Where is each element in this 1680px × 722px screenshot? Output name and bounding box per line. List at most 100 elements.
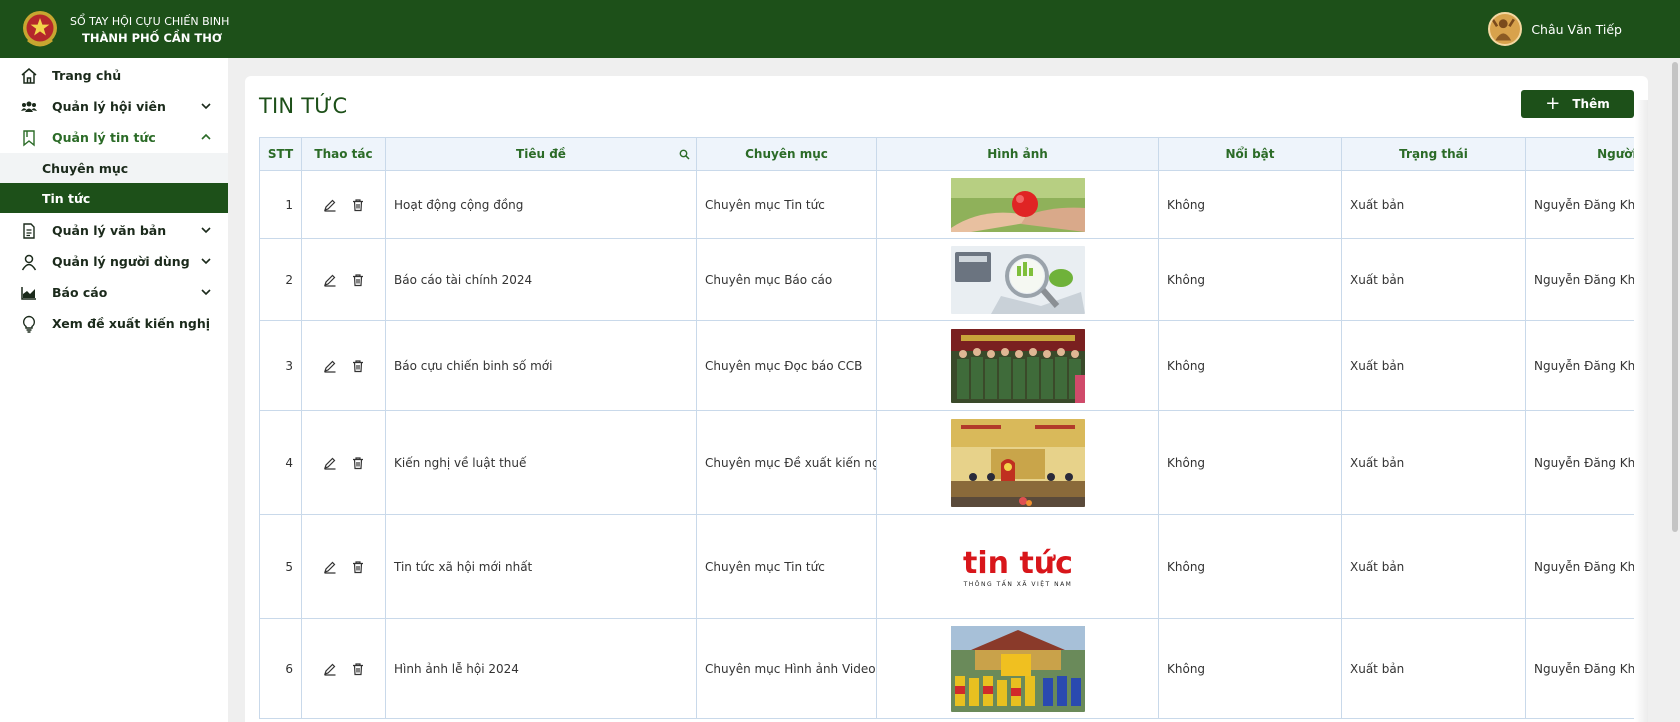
chevron-down-icon[interactable]	[200, 286, 212, 298]
row-actions	[301, 170, 386, 239]
row-image	[876, 320, 1159, 411]
news-table: STT Thao tác Tiêu đề Chuyên mục Hình ảnh…	[259, 137, 1634, 719]
search-icon[interactable]	[679, 149, 690, 160]
edit-icon[interactable]	[323, 273, 337, 287]
row-actions	[301, 238, 386, 321]
row-stt: 1	[259, 170, 302, 239]
delete-icon[interactable]	[351, 560, 365, 574]
chevron-down-icon[interactable]	[200, 224, 212, 236]
sidebar-item-reports[interactable]: Báo cáo	[0, 277, 228, 308]
edit-icon[interactable]	[323, 359, 337, 373]
row-stt: 5	[259, 514, 302, 619]
logo-text: tin tức	[963, 546, 1073, 581]
row-actions	[301, 514, 386, 619]
delete-icon[interactable]	[351, 662, 365, 676]
user-menu[interactable]: Châu Văn Tiếp	[1488, 11, 1622, 47]
avatar-person-icon	[1491, 18, 1516, 41]
home-icon	[20, 67, 38, 85]
row-status: Xuất bản	[1341, 618, 1526, 719]
table-row: 3 Báo cựu chiến binh số mới Chuyên mục Đ…	[259, 320, 1634, 411]
sidebar-subitem-label: Chuyên mục	[42, 160, 129, 176]
brand-line2: THÀNH PHỐ CẦN THƠ	[82, 31, 222, 45]
row-status: Xuất bản	[1341, 514, 1526, 619]
tin-tuc-logo-image: tin tức THÔNG TẤN XÃ VIỆT NAM	[950, 538, 1085, 595]
edit-icon[interactable]	[323, 198, 337, 212]
brand-line1: SỔ TAY HỘI CỰU CHIẾN BINH	[70, 15, 230, 28]
row-stt: 3	[259, 320, 302, 411]
table-row: 5 Tin tức xã hội mới nhất Chuyên mục Tin…	[259, 514, 1634, 619]
column-header-author: Người tạo	[1525, 137, 1634, 171]
sidebar-subitem-categories[interactable]: Chuyên mục	[0, 153, 228, 183]
row-featured: Không	[1158, 410, 1342, 515]
app-header: SỔ TAY HỘI CỰU CHIẾN BINH THÀNH PHỐ CẦN …	[0, 0, 1680, 58]
user-name[interactable]: Châu Văn Tiếp	[1531, 22, 1622, 37]
sidebar-item-label: Quản lý tin tức	[52, 130, 156, 145]
table-header-row: STT Thao tác Tiêu đề Chuyên mục Hình ảnh…	[259, 137, 1634, 171]
sidebar-item-proposals[interactable]: Xem đề xuất kiến nghị	[0, 308, 228, 339]
chevron-down-icon[interactable]	[200, 100, 212, 112]
delete-icon[interactable]	[351, 456, 365, 470]
table-row: 6 Hình ảnh lễ hội 2024 Chuyên mục Hình ả…	[259, 618, 1634, 719]
sidebar-item-members[interactable]: Quản lý hội viên	[0, 91, 228, 122]
assembly-hall-image	[950, 418, 1085, 507]
sidebar-item-documents[interactable]: Quản lý văn bản	[0, 215, 228, 246]
page-scrollbar[interactable]	[1672, 62, 1678, 532]
add-news-button[interactable]: + Thêm	[1521, 90, 1634, 118]
document-icon	[20, 222, 38, 240]
veterans-group-image	[950, 328, 1085, 403]
bookmark-icon	[20, 129, 38, 147]
sidebar-item-news[interactable]: Quản lý tin tức	[0, 122, 228, 153]
row-title[interactable]: Tin tức xã hội mới nhất	[385, 514, 697, 619]
sidebar-item-home[interactable]: Trang chủ	[0, 60, 228, 91]
sidebar-item-label: Quản lý văn bản	[52, 223, 167, 238]
row-stt: 6	[259, 618, 302, 719]
row-image	[876, 238, 1159, 321]
row-title[interactable]: Hoạt động cộng đồng	[385, 170, 697, 239]
brand-text: SỔ TAY HỘI CỰU CHIẾN BINH THÀNH PHỐ CẦN …	[70, 13, 229, 47]
sidebar-item-label: Trang chủ	[52, 68, 122, 83]
column-header-featured: Nổi bật	[1158, 137, 1342, 171]
add-button-label: Thêm	[1572, 97, 1610, 111]
chart-icon	[20, 284, 38, 302]
veterans-emblem-logo[interactable]	[22, 9, 58, 49]
chevron-down-icon[interactable]	[200, 255, 212, 267]
row-actions	[301, 618, 386, 719]
edit-icon[interactable]	[323, 456, 337, 470]
sidebar-item-users[interactable]: Quản lý người dùng	[0, 246, 228, 277]
chevron-up-icon[interactable]	[200, 131, 212, 143]
column-header-stt: STT	[259, 137, 302, 171]
news-table-container[interactable]: STT Thao tác Tiêu đề Chuyên mục Hình ảnh…	[259, 137, 1634, 722]
users-icon	[20, 98, 38, 116]
row-featured: Không	[1158, 618, 1342, 719]
delete-icon[interactable]	[351, 359, 365, 373]
row-status: Xuất bản	[1341, 170, 1526, 239]
row-category: Chuyên mục Đọc báo CCB	[696, 320, 877, 411]
column-header-actions: Thao tác	[301, 137, 386, 171]
plus-icon: +	[1545, 93, 1561, 114]
sidebar-item-label: Quản lý người dùng	[52, 254, 190, 269]
row-featured: Không	[1158, 514, 1342, 619]
row-title[interactable]: Kiến nghị về luật thuế	[385, 410, 697, 515]
delete-icon[interactable]	[351, 198, 365, 212]
table-row: 1 Hoạt động cộng đồng Chuyên mục Tin tức	[259, 170, 1634, 239]
row-featured: Không	[1158, 320, 1342, 411]
sidebar-subitem-news[interactable]: Tin tức	[0, 183, 228, 213]
content-card: TIN TỨC + Thêm STT Thao tác Tiêu đề Chuy…	[245, 76, 1648, 722]
avatar[interactable]	[1488, 12, 1523, 46]
finance-report-image	[950, 245, 1085, 314]
row-title[interactable]: Báo cựu chiến binh số mới	[385, 320, 697, 411]
edit-icon[interactable]	[323, 662, 337, 676]
column-header-category: Chuyên mục	[696, 137, 877, 171]
row-author: Nguyễn Đăng Khoa	[1525, 238, 1634, 321]
row-status: Xuất bản	[1341, 410, 1526, 515]
delete-icon[interactable]	[351, 273, 365, 287]
table-row: 2 Báo cáo tài chính 2024 Chuyên mục Báo …	[259, 238, 1634, 321]
row-actions	[301, 410, 386, 515]
row-image: tin tức THÔNG TẤN XÃ VIỆT NAM	[876, 514, 1159, 619]
row-image	[876, 170, 1159, 239]
row-title[interactable]: Hình ảnh lễ hội 2024	[385, 618, 697, 719]
festival-image	[950, 625, 1085, 712]
lightbulb-icon	[20, 315, 38, 333]
row-title[interactable]: Báo cáo tài chính 2024	[385, 238, 697, 321]
edit-icon[interactable]	[323, 560, 337, 574]
